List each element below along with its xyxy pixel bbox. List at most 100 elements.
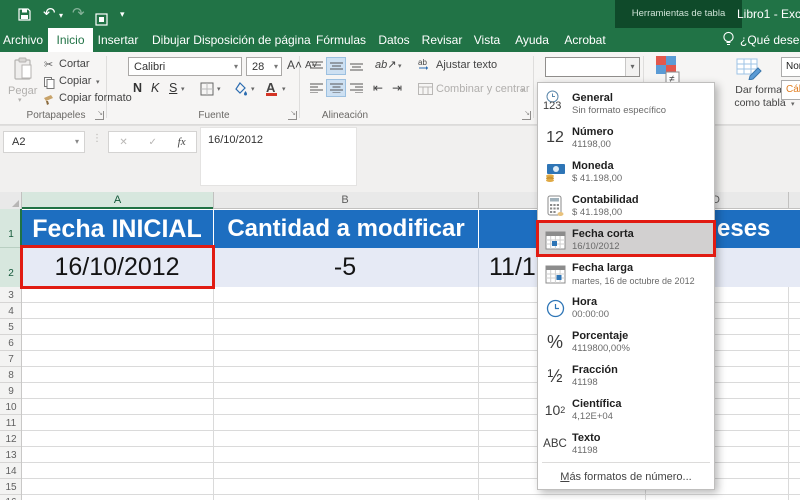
cell-c2-fragment[interactable]: 11/1 bbox=[489, 248, 536, 287]
column-header-b[interactable]: B bbox=[341, 192, 348, 209]
underline-dropdown-icon[interactable]: ▾ bbox=[181, 85, 185, 93]
number-format-dropdown-icon[interactable]: ▾ bbox=[625, 58, 639, 76]
row-header-10[interactable]: 10 bbox=[0, 402, 22, 413]
menu-item-general[interactable]: 123 General Sin formato específico bbox=[538, 87, 714, 121]
row-header-5[interactable]: 5 bbox=[0, 322, 22, 333]
wrap-text-icon[interactable]: ab bbox=[418, 57, 433, 75]
orientation-dropdown-icon[interactable]: ▾ bbox=[398, 62, 402, 70]
menu-item-hora[interactable]: Hora 00:00:00 bbox=[538, 291, 714, 325]
orientation-icon[interactable]: ab↗ bbox=[375, 58, 396, 71]
name-box-dropdown-icon[interactable]: ▾ bbox=[75, 132, 79, 152]
tab-inicio[interactable]: Inicio bbox=[48, 28, 93, 52]
tab-insertar[interactable]: Insertar bbox=[98, 28, 139, 52]
font-color-icon[interactable]: A bbox=[266, 80, 277, 96]
save-icon[interactable] bbox=[18, 0, 31, 31]
format-painter-button[interactable]: Copiar formato bbox=[59, 92, 132, 104]
menu-item-contabilidad[interactable]: Contabilidad $ 41.198,00 bbox=[538, 189, 714, 223]
more-number-formats-button[interactable]: Más formatos de número... bbox=[538, 465, 714, 489]
increase-font-icon[interactable]: A˄ bbox=[287, 58, 302, 72]
cell-style-normal[interactable]: Nor bbox=[781, 57, 800, 77]
menu-item-fecha-larga[interactable]: Fecha larga martes, 16 de octubre de 2012 bbox=[538, 257, 714, 291]
formula-bar-splitter[interactable]: ⋮ bbox=[92, 133, 102, 144]
undo-dropdown-icon[interactable]: ▾ bbox=[59, 2, 63, 30]
select-all-corner[interactable] bbox=[0, 192, 22, 209]
cut-button[interactable]: Cortar bbox=[59, 58, 90, 70]
row-header-12[interactable]: 12 bbox=[0, 434, 22, 445]
menu-item-fraccion[interactable]: ½ Fracción 41198 bbox=[538, 359, 714, 393]
copy-icon[interactable] bbox=[44, 76, 55, 94]
alignment-dialog-launcher-icon[interactable]: ↘ bbox=[522, 110, 531, 120]
copy-button[interactable]: Copiar bbox=[59, 75, 91, 87]
clipboard-dialog-launcher-icon[interactable]: ↘ bbox=[95, 110, 104, 120]
chevron-down-icon[interactable]: ▾ bbox=[271, 62, 281, 71]
align-right-icon[interactable] bbox=[347, 80, 365, 96]
format-painter-icon[interactable] bbox=[43, 93, 56, 111]
row-header-4[interactable]: 4 bbox=[0, 306, 22, 317]
tab-ayuda[interactable]: Ayuda bbox=[515, 28, 549, 52]
underline-button[interactable]: S bbox=[169, 81, 177, 95]
tab-archivo[interactable]: Archivo bbox=[3, 28, 43, 52]
row-header-1[interactable]: 1 bbox=[0, 229, 22, 240]
format-as-table-icon[interactable] bbox=[736, 56, 762, 85]
paste-clipboard-icon[interactable] bbox=[13, 57, 33, 86]
menu-item-cientifica[interactable]: 10 2 Científica 4,12E+04 bbox=[538, 393, 714, 427]
align-center-icon[interactable] bbox=[326, 79, 346, 97]
row-header-7[interactable]: 7 bbox=[0, 354, 22, 365]
undo-icon[interactable]: ↶ bbox=[43, 0, 56, 28]
row-header-15[interactable]: 15 bbox=[0, 482, 22, 493]
align-middle-icon[interactable] bbox=[326, 57, 346, 75]
font-dialog-launcher-icon[interactable]: ↘ bbox=[288, 110, 297, 120]
row-header-3[interactable]: 3 bbox=[0, 290, 22, 301]
row-header-8[interactable]: 8 bbox=[0, 370, 22, 381]
paste-button[interactable]: Pegar bbox=[8, 85, 37, 97]
tab-disposicion[interactable]: Disposición de página bbox=[193, 28, 310, 52]
tab-dibujar[interactable]: Dibujar bbox=[152, 28, 190, 52]
menu-item-porcentaje[interactable]: % Porcentaje 4119800,00% bbox=[538, 325, 714, 359]
increase-indent-icon[interactable]: ⇥ bbox=[392, 81, 402, 95]
tab-revisar[interactable]: Revisar bbox=[422, 28, 463, 52]
formula-input[interactable]: 16/10/2012 bbox=[200, 127, 357, 186]
copy-dropdown-icon[interactable]: ▾ bbox=[96, 78, 100, 86]
cell-a1[interactable]: Fecha INICIAL bbox=[32, 210, 201, 248]
paste-dropdown-icon[interactable]: ▾ bbox=[18, 96, 22, 104]
tab-acrobat[interactable]: Acrobat bbox=[564, 28, 605, 52]
row-header-2[interactable]: 2 bbox=[0, 268, 22, 279]
row-header-9[interactable]: 9 bbox=[0, 386, 22, 397]
insert-function-icon[interactable]: fx bbox=[178, 136, 186, 148]
font-size-select[interactable]: 28 ▾ bbox=[246, 57, 282, 76]
row-header-14[interactable]: 14 bbox=[0, 466, 22, 477]
menu-item-numero[interactable]: 12 Número 41198,00 bbox=[538, 121, 714, 155]
column-header-a[interactable]: A bbox=[22, 192, 213, 209]
fill-color-dropdown-icon[interactable]: ▾ bbox=[251, 85, 255, 93]
italic-button[interactable]: K bbox=[151, 81, 159, 95]
row-header-11[interactable]: 11 bbox=[0, 418, 22, 429]
borders-dropdown-icon[interactable]: ▾ bbox=[217, 85, 221, 93]
wrap-text-button[interactable]: Ajustar texto bbox=[436, 59, 497, 71]
tab-formulas[interactable]: Fórmulas bbox=[316, 28, 366, 52]
row-header-6[interactable]: 6 bbox=[0, 338, 22, 349]
menu-item-moneda[interactable]: Moneda $ 41.198,00 bbox=[538, 155, 714, 189]
align-left-icon[interactable] bbox=[307, 80, 325, 96]
name-box[interactable]: A2 ▾ bbox=[3, 131, 85, 153]
tab-vista[interactable]: Vista bbox=[474, 28, 500, 52]
cell-b2[interactable]: -5 bbox=[334, 248, 356, 287]
align-bottom-icon[interactable] bbox=[347, 58, 365, 74]
borders-icon[interactable] bbox=[200, 82, 214, 101]
customize-qat-icon[interactable]: ▾ bbox=[120, 0, 125, 28]
redo-icon[interactable]: ↷ bbox=[72, 0, 85, 28]
cell-d1-fragment[interactable]: eses bbox=[717, 210, 770, 248]
font-family-select[interactable]: Calibri ▾ bbox=[128, 57, 242, 76]
font-color-dropdown-icon[interactable]: ▾ bbox=[282, 85, 286, 93]
format-as-table-dropdown-icon[interactable]: ▾ bbox=[791, 100, 795, 108]
format-as-table-button-line2[interactable]: como tabla bbox=[734, 97, 785, 109]
chevron-down-icon[interactable]: ▾ bbox=[231, 62, 241, 71]
decrease-indent-icon[interactable]: ⇤ bbox=[373, 81, 383, 95]
tab-datos[interactable]: Datos bbox=[378, 28, 409, 52]
align-top-icon[interactable] bbox=[307, 58, 325, 74]
number-format-select[interactable]: ▾ bbox=[545, 57, 640, 77]
cut-icon[interactable]: ✂ bbox=[44, 58, 53, 71]
cell-b1[interactable]: Cantidad a modificar bbox=[227, 210, 464, 248]
row-header-13[interactable]: 13 bbox=[0, 450, 22, 461]
menu-item-texto[interactable]: ABC Texto 41198 bbox=[538, 427, 714, 461]
bold-button[interactable]: N bbox=[133, 81, 142, 95]
